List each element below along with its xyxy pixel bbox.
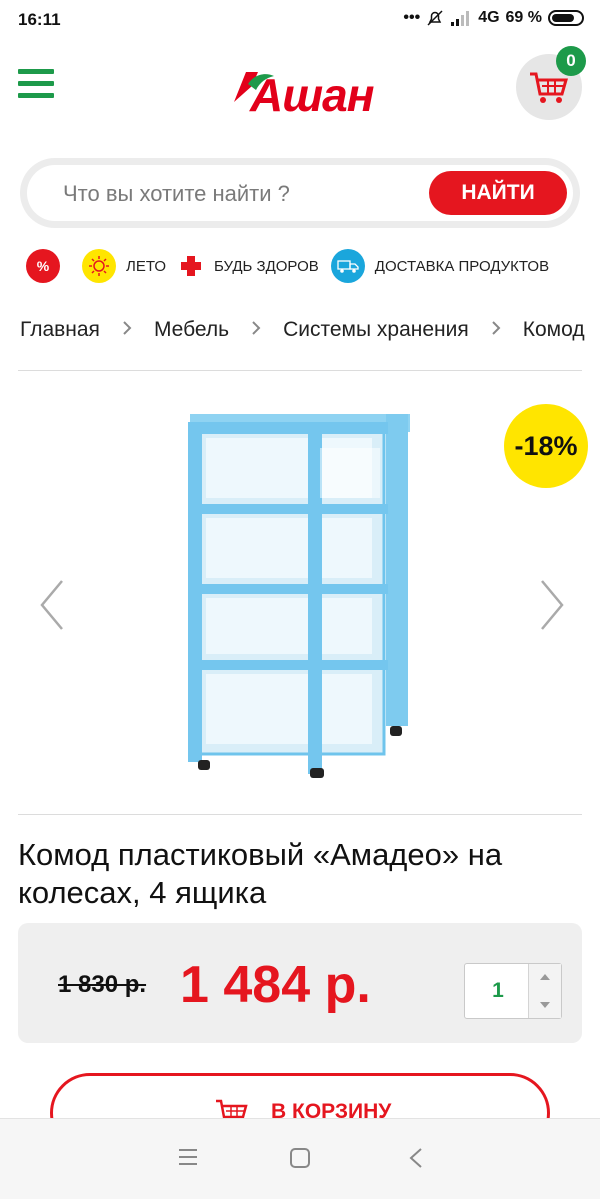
chevron-left-icon[interactable] bbox=[34, 577, 74, 633]
more-dots-icon: ••• bbox=[403, 9, 421, 26]
cart-count-badge: 0 bbox=[556, 46, 586, 76]
breadcrumb-item-storage[interactable]: Системы хранения bbox=[283, 318, 469, 342]
breadcrumb-item-furniture[interactable]: Мебель bbox=[154, 318, 229, 342]
price-box: 1 830 р. 1 484 р. 1 bbox=[18, 923, 582, 1043]
product-gallery: -18% bbox=[0, 372, 600, 814]
network-type: 4G bbox=[478, 9, 500, 26]
divider bbox=[18, 814, 582, 815]
cart-icon bbox=[530, 72, 568, 103]
chevron-down-icon bbox=[540, 1002, 550, 1008]
category-label: БУДЬ ЗДОРОВ bbox=[214, 257, 319, 275]
back-icon[interactable] bbox=[408, 1147, 424, 1169]
status-time: 16:11 bbox=[18, 10, 61, 29]
logo-text: Ашан bbox=[250, 69, 374, 121]
chevron-right-icon bbox=[251, 318, 261, 342]
category-health[interactable]: БУДЬ ЗДОРОВ bbox=[178, 249, 319, 283]
discount-badge: -18% bbox=[504, 404, 588, 488]
auchan-logo[interactable]: Ашан bbox=[230, 62, 380, 121]
search-bar: НАЙТИ bbox=[20, 158, 580, 228]
category-delivery[interactable]: ДОСТАВКА ПРОДУКТОВ bbox=[330, 249, 550, 283]
category-promo[interactable]: % bbox=[26, 249, 70, 283]
status-bar: 16:11 ••• 4G 69 % bbox=[0, 0, 600, 40]
recent-apps-icon[interactable] bbox=[177, 1147, 199, 1167]
top-bar: Ашан 0 bbox=[0, 44, 600, 134]
battery-icon bbox=[548, 10, 584, 26]
current-price: 1 484 р. bbox=[180, 956, 371, 1014]
increment-button[interactable] bbox=[528, 964, 561, 991]
chevron-up-icon bbox=[540, 974, 550, 980]
breadcrumb-item-dresser[interactable]: Комод bbox=[523, 318, 585, 342]
breadcrumb-item-home[interactable]: Главная bbox=[20, 318, 100, 342]
search-input[interactable] bbox=[61, 177, 405, 211]
chevron-right-icon bbox=[122, 318, 132, 342]
delivery-truck-icon bbox=[330, 249, 365, 283]
product-image[interactable] bbox=[180, 408, 420, 780]
product-title: Комод пластиковый «Амадео» на колесах, 4… bbox=[18, 837, 503, 910]
chevron-right-icon bbox=[491, 318, 501, 342]
cart-button[interactable]: 0 bbox=[516, 46, 586, 120]
sun-icon bbox=[82, 249, 116, 283]
mute-bell-icon bbox=[427, 10, 443, 26]
category-summer[interactable]: ЛЕТО bbox=[82, 249, 166, 283]
old-price: 1 830 р. bbox=[58, 971, 147, 998]
quantity-stepper: 1 bbox=[464, 963, 562, 1019]
status-icons: ••• 4G 69 % bbox=[403, 9, 584, 27]
breadcrumb: Главная Мебель Системы хранения Комод bbox=[20, 318, 600, 348]
category-strip: % ЛЕТО БУДЬ ЗДОРОВ ДОСТАВКА ПРОДУКТОВ bbox=[26, 248, 596, 284]
medical-cross-icon bbox=[178, 249, 204, 283]
signal-icon bbox=[451, 11, 470, 26]
chevron-right-icon[interactable] bbox=[530, 577, 570, 633]
category-label: ЛЕТО bbox=[126, 257, 167, 275]
quantity-value[interactable]: 1 bbox=[465, 964, 531, 1018]
percent-icon: % bbox=[26, 249, 60, 283]
menu-icon[interactable] bbox=[18, 69, 54, 101]
decrement-button[interactable] bbox=[528, 991, 561, 1018]
system-nav-bar bbox=[0, 1118, 600, 1199]
divider bbox=[18, 370, 582, 371]
search-button[interactable]: НАЙТИ bbox=[429, 171, 567, 215]
category-label: ДОСТАВКА ПРОДУКТОВ bbox=[374, 257, 550, 275]
home-icon[interactable] bbox=[289, 1147, 311, 1169]
battery-percent: 69 % bbox=[505, 9, 542, 26]
